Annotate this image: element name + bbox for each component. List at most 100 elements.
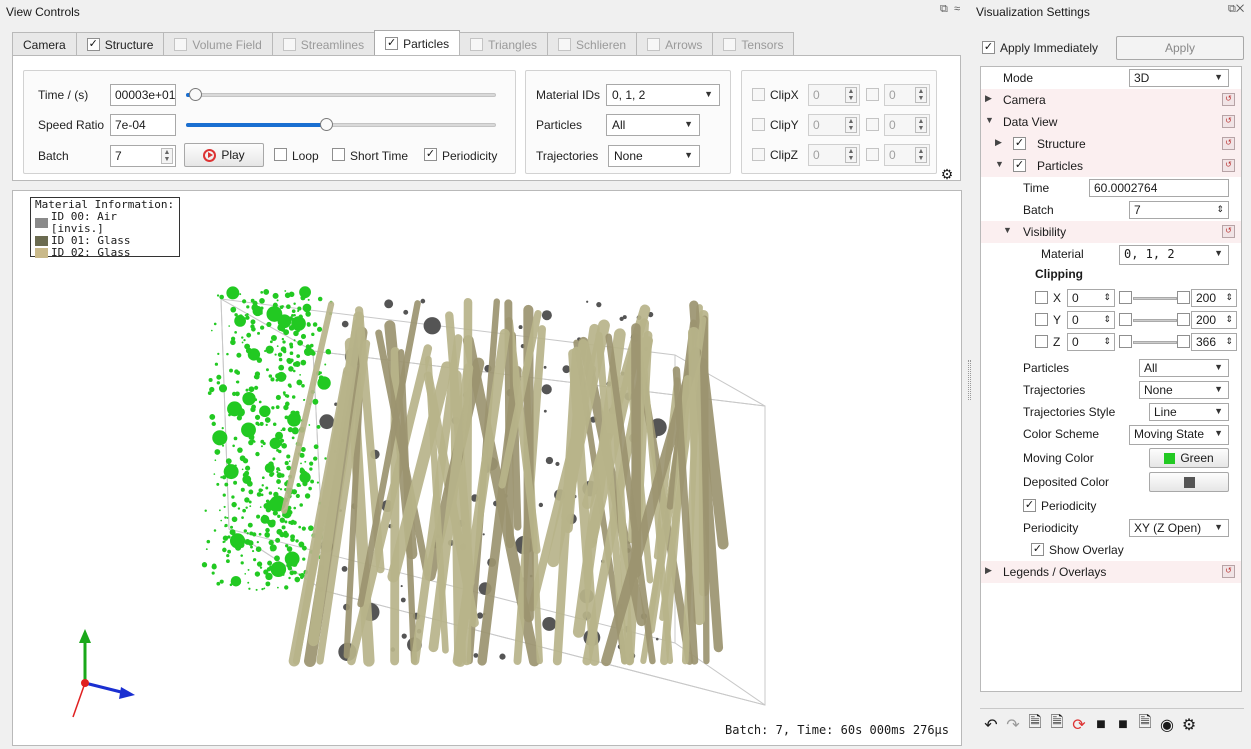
- redo-icon[interactable]: ↷: [1004, 716, 1022, 734]
- structure-checkbox[interactable]: ✓: [1013, 137, 1026, 150]
- clip-range-slider[interactable]: [1133, 341, 1177, 344]
- tab-triangles[interactable]: Triangles: [459, 32, 549, 56]
- clip-min-input[interactable]: 0 ▲ ▼: [808, 84, 860, 106]
- tree-row-structure[interactable]: ▶ ✓ Structure ↺: [981, 133, 1241, 155]
- tab-checkbox[interactable]: ✓: [86, 38, 100, 51]
- tree-row-particles[interactable]: ▼ ✓ Particles ↺: [981, 155, 1241, 177]
- 3d-viewport[interactable]: Material Information: ID 00: Air [invis.…: [12, 190, 962, 746]
- tab-checkbox[interactable]: [558, 38, 572, 51]
- trajectories-dropdown[interactable]: None ▼: [1139, 381, 1229, 399]
- chevron-down-icon[interactable]: ▼: [1003, 225, 1012, 235]
- clip-max-spinbox[interactable]: 200 ⇕: [1191, 311, 1237, 329]
- export-icon[interactable]: ■: [1092, 716, 1110, 734]
- clip-min-spinbox[interactable]: 0 ⇕: [1067, 311, 1115, 329]
- loop-checkbox[interactable]: [274, 148, 287, 161]
- tab-schlieren[interactable]: Schlieren: [547, 32, 638, 56]
- clip-max-input[interactable]: 0 ▲ ▼: [884, 114, 930, 136]
- refresh-icon[interactable]: ⟳: [1070, 716, 1088, 734]
- clip-axis-checkbox[interactable]: [1035, 313, 1048, 326]
- tab-checkbox[interactable]: [470, 38, 484, 51]
- tab-checkbox[interactable]: [723, 38, 737, 51]
- clip-lock-checkbox[interactable]: [1119, 335, 1132, 348]
- clip-lock-checkbox[interactable]: [1177, 291, 1190, 304]
- clip-min-spinbox[interactable]: 0 ⇕: [1067, 289, 1115, 307]
- tab-checkbox[interactable]: [647, 38, 661, 51]
- clip-checkbox[interactable]: [752, 118, 765, 131]
- material-ids-dropdown[interactable]: 0, 1, 2 ▼: [606, 84, 720, 106]
- reset-icon[interactable]: ↺: [1222, 565, 1235, 578]
- moving-color-button[interactable]: Green: [1149, 448, 1229, 468]
- time-input[interactable]: 00003e+01: [110, 84, 176, 106]
- undo-icon[interactable]: ↶: [982, 716, 1000, 734]
- particles-checkbox[interactable]: ✓: [1013, 159, 1026, 172]
- clip-axis-checkbox[interactable]: [1035, 335, 1048, 348]
- load-icon[interactable]: 🗎: [1048, 714, 1066, 734]
- speed-ratio-input[interactable]: 7e-04: [110, 114, 176, 136]
- clip-checkbox[interactable]: [752, 88, 765, 101]
- apply-button[interactable]: Apply: [1116, 36, 1244, 60]
- tab-tensors[interactable]: Tensors: [712, 32, 795, 56]
- periodicity-checkbox[interactable]: ✓: [1023, 499, 1036, 512]
- reset-icon[interactable]: ↺: [1222, 137, 1235, 150]
- tree-row-visibility[interactable]: ▼ Visibility ↺: [981, 221, 1241, 243]
- mode-dropdown[interactable]: 3D ▼: [1129, 69, 1229, 87]
- clip-min-input[interactable]: 0 ▲ ▼: [808, 144, 860, 166]
- reset-icon[interactable]: ↺: [1222, 93, 1235, 106]
- reset-icon[interactable]: ↺: [1222, 115, 1235, 128]
- script-icon[interactable]: 🗎: [1136, 714, 1154, 734]
- tab-arrows[interactable]: Arrows: [636, 32, 714, 56]
- short-time-checkbox[interactable]: [332, 148, 345, 161]
- import-icon[interactable]: ■: [1114, 716, 1132, 734]
- deposited-color-button[interactable]: [1149, 472, 1229, 492]
- periodicity-dropdown[interactable]: XY (Z Open) ▼: [1129, 519, 1229, 537]
- periodicity-checkbox[interactable]: ✓: [424, 148, 437, 161]
- clip-range-slider[interactable]: [1133, 297, 1177, 300]
- clip-max-spinbox[interactable]: 366 ⇕: [1191, 333, 1237, 351]
- chevron-right-icon[interactable]: ▶: [985, 565, 992, 576]
- gear-icon[interactable]: ⚙: [937, 166, 957, 182]
- tree-row-legends[interactable]: ▶ Legends / Overlays ↺: [981, 561, 1241, 583]
- clip-max-input[interactable]: 0 ▲ ▼: [884, 144, 930, 166]
- particles-dropdown[interactable]: All ▼: [606, 114, 700, 136]
- tab-checkbox[interactable]: ✓: [385, 37, 399, 50]
- material-dropdown[interactable]: 0, 1, 2 ▼: [1119, 245, 1229, 265]
- apply-immediately-checkbox[interactable]: ✓: [982, 41, 995, 54]
- tab-volume-field[interactable]: Volume Field: [163, 32, 273, 56]
- tree-row-data-view[interactable]: ▼ Data View ↺: [981, 111, 1241, 133]
- tab-streamlines[interactable]: Streamlines: [271, 32, 376, 56]
- tree-row-camera[interactable]: ▶ Camera ↺: [981, 89, 1241, 111]
- tab-checkbox[interactable]: [282, 38, 296, 51]
- batch-spinbox[interactable]: 7 ⇕: [1129, 201, 1229, 219]
- batch-input[interactable]: 7 ▲ ▼: [110, 145, 176, 167]
- color-scheme-dropdown[interactable]: Moving State ▼: [1129, 425, 1229, 445]
- play-button[interactable]: Play: [184, 143, 264, 167]
- tab-structure[interactable]: ✓ Structure: [75, 32, 165, 56]
- clip-checkbox[interactable]: [752, 148, 765, 161]
- float-close-icon[interactable]: ⧉✕: [1228, 3, 1244, 16]
- clip-invert-checkbox[interactable]: [866, 88, 879, 101]
- chevron-right-icon[interactable]: ▶: [985, 93, 992, 104]
- clip-lock-checkbox[interactable]: [1119, 291, 1132, 304]
- chevron-right-icon[interactable]: ▶: [995, 137, 1002, 148]
- save-icon[interactable]: 🗎: [1026, 714, 1044, 734]
- clip-lock-checkbox[interactable]: [1177, 313, 1190, 326]
- clip-max-spinbox[interactable]: 200 ⇕: [1191, 289, 1237, 307]
- clip-max-input[interactable]: 0 ▲ ▼: [884, 84, 930, 106]
- trajectories-dropdown[interactable]: None ▼: [608, 145, 700, 167]
- float-icon[interactable]: ⧉: [940, 3, 948, 16]
- eye-icon[interactable]: ◉: [1158, 716, 1176, 734]
- reset-icon[interactable]: ↺: [1222, 159, 1235, 172]
- tab-camera[interactable]: Camera: [12, 32, 77, 56]
- clip-min-spinbox[interactable]: 0 ⇕: [1067, 333, 1115, 351]
- clip-lock-checkbox[interactable]: [1177, 335, 1190, 348]
- chevron-down-icon[interactable]: ▼: [995, 159, 1004, 169]
- splitter-handle[interactable]: [968, 360, 971, 400]
- tab-checkbox[interactable]: [174, 38, 188, 51]
- clip-range-slider[interactable]: [1133, 319, 1177, 322]
- clip-invert-checkbox[interactable]: [866, 118, 879, 131]
- clip-lock-checkbox[interactable]: [1119, 313, 1132, 326]
- clip-min-input[interactable]: 0 ▲ ▼: [808, 114, 860, 136]
- tab-particles[interactable]: ✓ Particles: [374, 30, 461, 56]
- collapse-icon[interactable]: ≈: [954, 3, 960, 15]
- gear-icon[interactable]: ⚙: [1180, 716, 1198, 734]
